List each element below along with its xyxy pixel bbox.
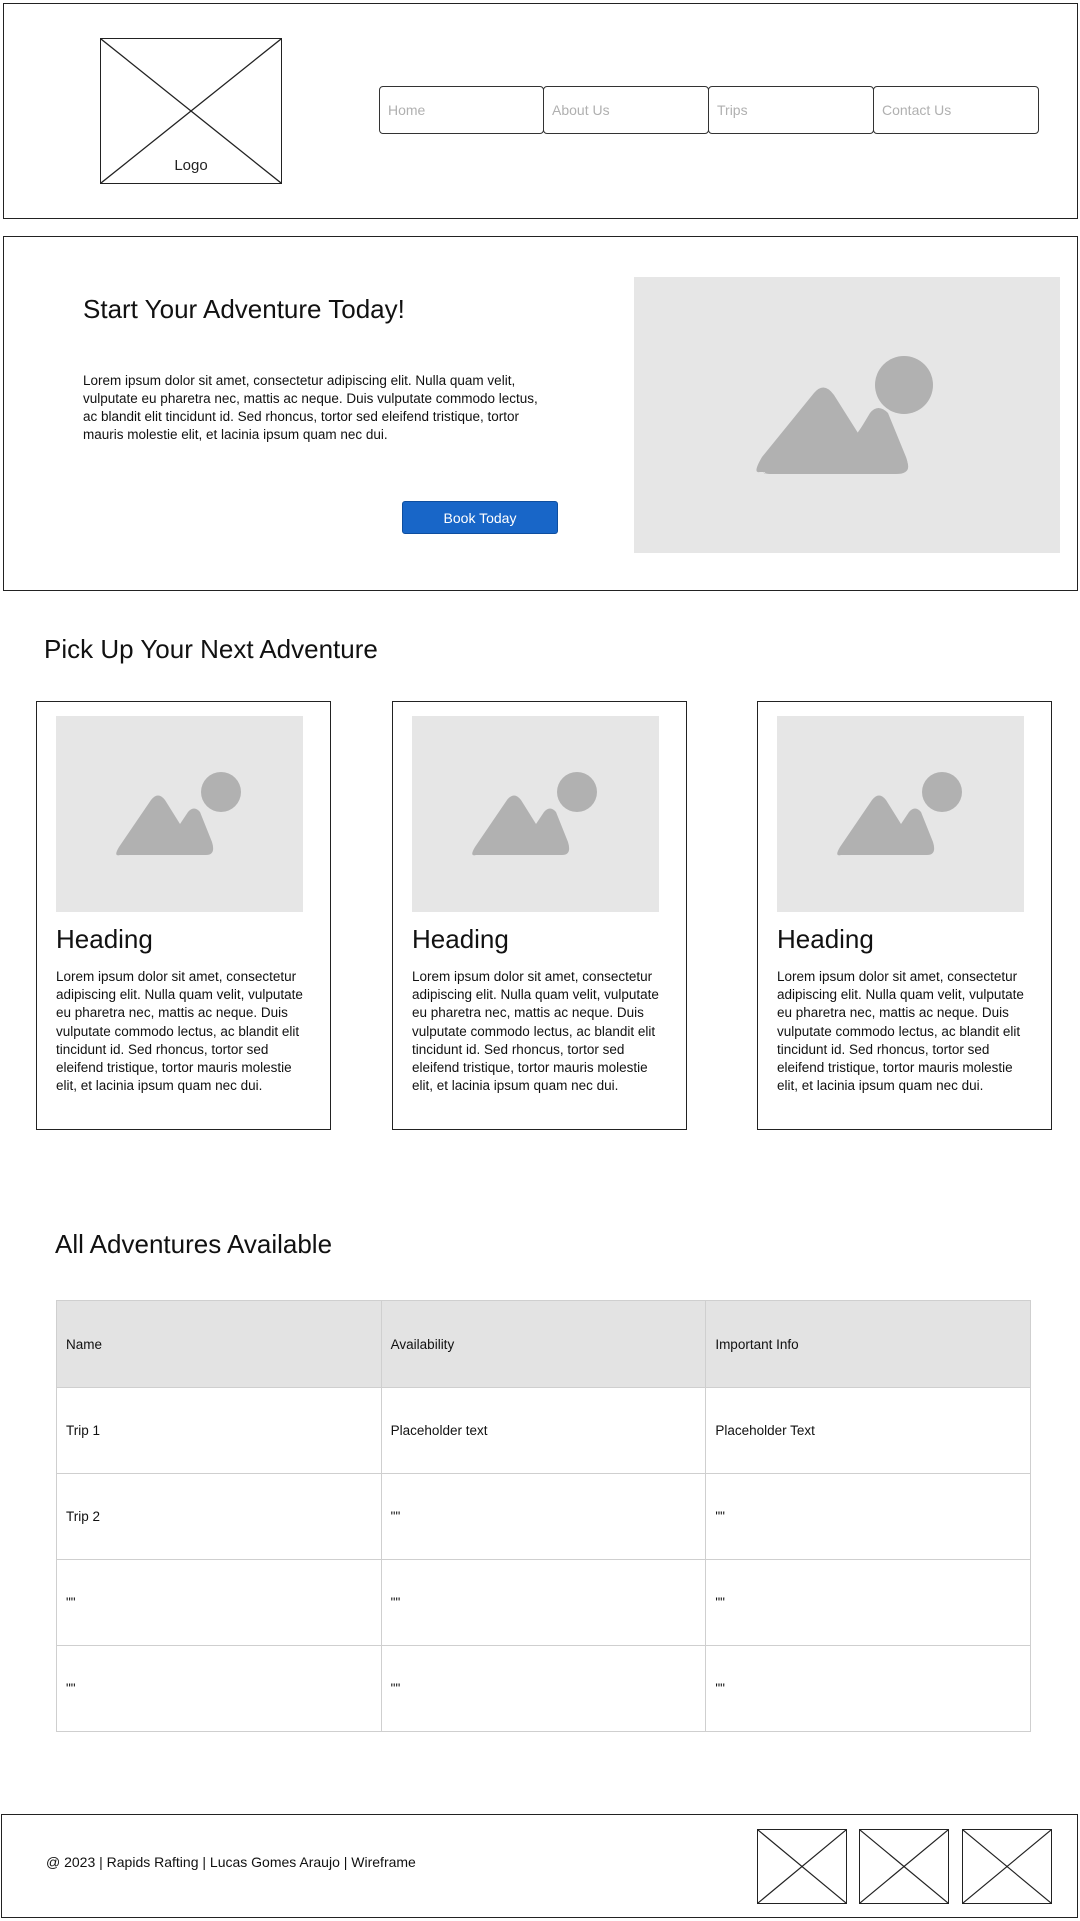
table-header-row: Name Availability Important Info: [56, 1300, 1031, 1388]
nav-trips[interactable]: Trips: [708, 86, 874, 134]
main-nav: Home About Us Trips Contact Us: [379, 86, 1039, 134]
adventure-card: Heading Lorem ipsum dolor sit amet, cons…: [392, 701, 687, 1130]
table-cell: "": [380, 1473, 707, 1560]
hero-title: Start Your Adventure Today!: [83, 294, 405, 324]
table-cell: "": [380, 1645, 707, 1732]
logo[interactable]: Logo: [100, 38, 282, 184]
placeholder-x-icon: [963, 1830, 1051, 1903]
placeholder-x-icon: [758, 1830, 846, 1903]
table-row: Trip 1 Placeholder text Placeholder Text: [56, 1387, 1031, 1474]
table-row: "" "" "": [56, 1645, 1031, 1732]
card-heading: Heading: [777, 924, 874, 954]
card-text: Lorem ipsum dolor sit amet, consectetur …: [56, 969, 303, 1094]
image-placeholder-icon: [472, 772, 597, 856]
adventures-table: Name Availability Important Info Trip 1 …: [56, 1300, 1031, 1732]
footer-text: @ 2023 | Rapids Rafting | Lucas Gomes Ar…: [46, 1854, 416, 1870]
table-cell: "": [380, 1559, 707, 1646]
hero-description: Lorem ipsum dolor sit amet, consectetur …: [83, 373, 538, 442]
social-link-3[interactable]: [962, 1829, 1052, 1904]
table-cell: Placeholder Text: [705, 1387, 1031, 1474]
table-cell: "": [56, 1559, 382, 1646]
social-link-2[interactable]: [859, 1829, 949, 1904]
table-section-title: All Adventures Available: [55, 1229, 333, 1259]
table-cell: Placeholder text: [380, 1387, 707, 1474]
card-heading: Heading: [412, 924, 509, 954]
image-placeholder-icon: [837, 772, 962, 856]
table-cell: Trip 1: [56, 1387, 382, 1474]
adventure-card: Heading Lorem ipsum dolor sit amet, cons…: [36, 701, 331, 1130]
table-cell: "": [705, 1559, 1031, 1646]
placeholder-x-icon: [860, 1830, 948, 1903]
card-image: [777, 716, 1024, 912]
card-text: Lorem ipsum dolor sit amet, consectetur …: [412, 969, 659, 1094]
adventure-card: Heading Lorem ipsum dolor sit amet, cons…: [757, 701, 1052, 1130]
column-header-availability: Availability: [380, 1300, 707, 1388]
nav-about-us[interactable]: About Us: [543, 86, 709, 134]
column-header-name: Name: [56, 1300, 382, 1388]
hero-image: [634, 277, 1060, 553]
table-cell: "": [705, 1645, 1031, 1732]
card-image: [56, 716, 303, 912]
social-link-1[interactable]: [757, 1829, 847, 1904]
card-image: [412, 716, 659, 912]
image-placeholder-icon: [756, 356, 933, 474]
card-text: Lorem ipsum dolor sit amet, consectetur …: [777, 969, 1024, 1094]
book-today-button[interactable]: Book Today: [402, 501, 558, 534]
nav-home[interactable]: Home: [379, 86, 544, 134]
table-row: "" "" "": [56, 1559, 1031, 1646]
card-heading: Heading: [56, 924, 153, 954]
table-cell: "": [56, 1645, 382, 1732]
column-header-important-info: Important Info: [705, 1300, 1031, 1388]
logo-label: Logo: [174, 157, 208, 174]
table-cell: Trip 2: [56, 1473, 382, 1560]
cards-section-title: Pick Up Your Next Adventure: [44, 634, 378, 664]
table-row: Trip 2 "" "": [56, 1473, 1031, 1560]
table-cell: "": [705, 1473, 1031, 1560]
image-placeholder-icon: [116, 772, 241, 856]
nav-contact-us[interactable]: Contact Us: [873, 86, 1039, 134]
